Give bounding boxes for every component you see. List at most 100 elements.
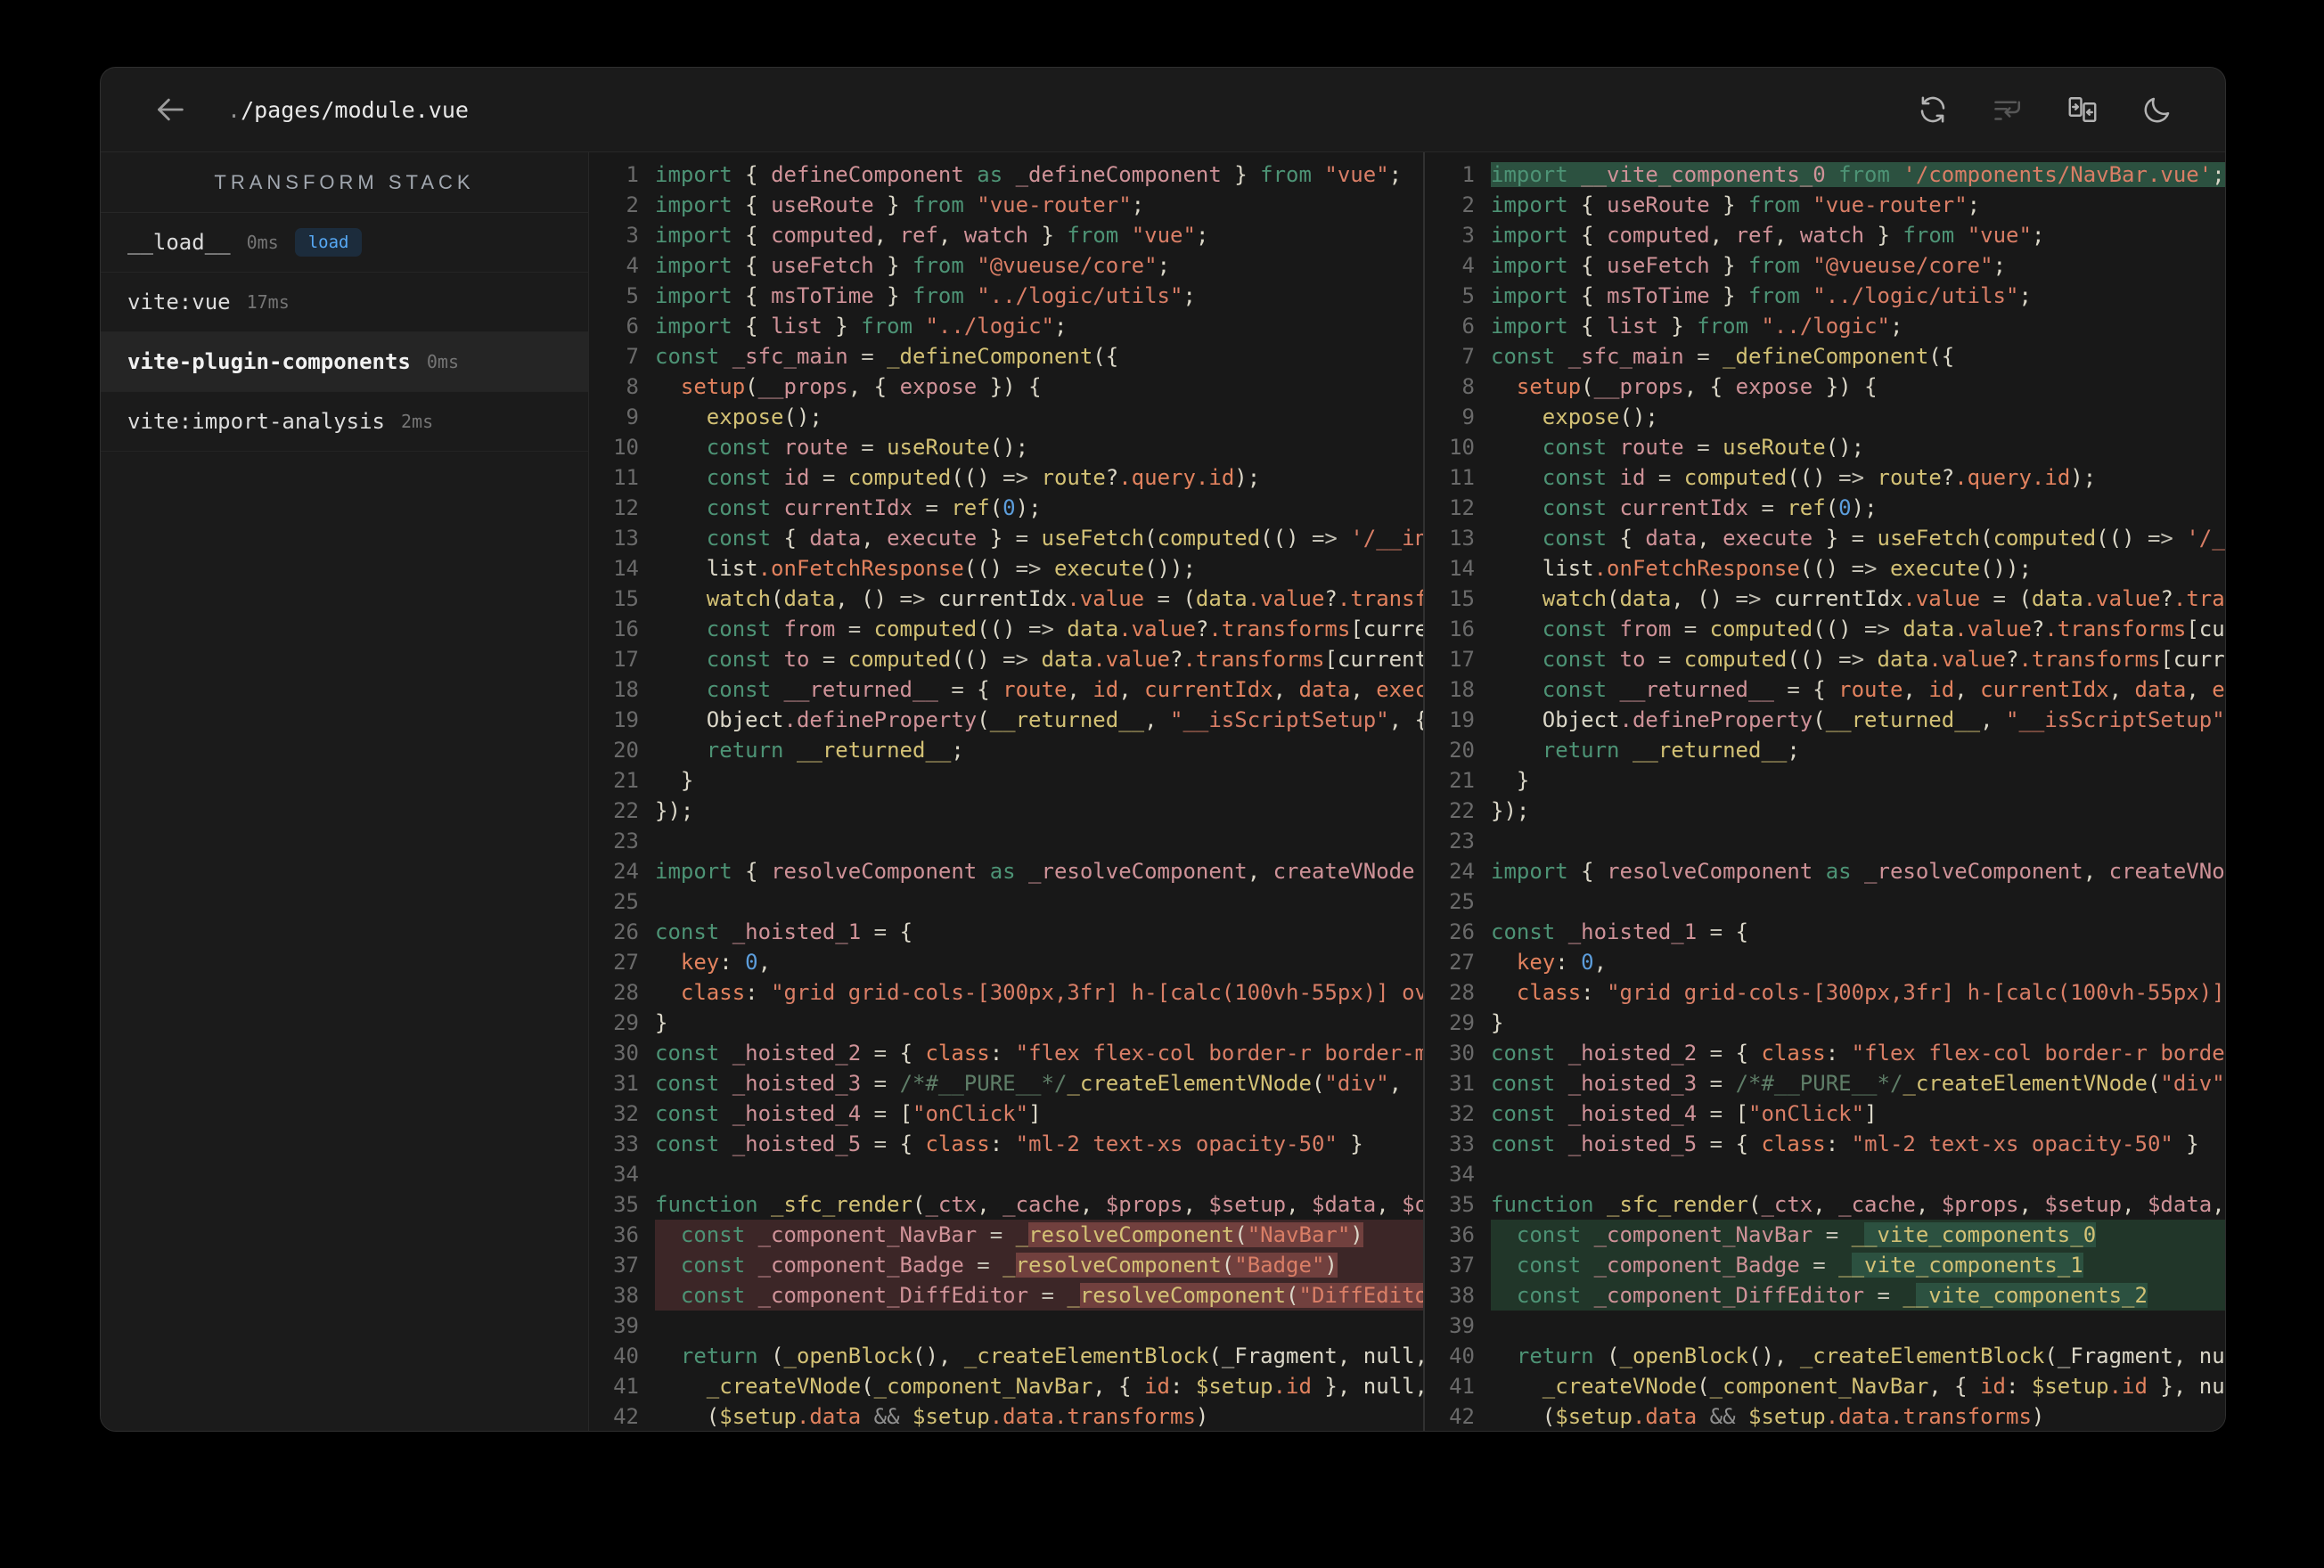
code-text: import { useFetch } from "@vueuse/core"; bbox=[655, 253, 1171, 278]
line-number: 38 bbox=[1449, 1283, 1475, 1308]
line-number: 20 bbox=[1449, 738, 1475, 763]
code-line: 10 const route = useRoute(); bbox=[1425, 432, 2225, 462]
plugin-time: 17ms bbox=[246, 291, 290, 313]
code-line: 22}); bbox=[1425, 796, 2225, 826]
line-number: 6 bbox=[626, 314, 639, 339]
code-text: const from = computed(() => data.value?.… bbox=[706, 617, 1423, 641]
side-by-side-diff-icon bbox=[2068, 97, 2097, 122]
code-text: return (_openBlock(), _createElementBloc… bbox=[680, 1343, 1423, 1368]
line-number: 42 bbox=[613, 1404, 639, 1429]
code-line: 33 const _hoisted_5 = { class: "ml-2 text… bbox=[1425, 1129, 2225, 1159]
code-line: 23 bbox=[589, 826, 1423, 856]
transform-stack-item[interactable]: vite:import-analysis 2ms bbox=[101, 392, 588, 452]
code-line: 12 const currentIdx = ref(0); bbox=[589, 493, 1423, 523]
line-number: 24 bbox=[613, 859, 639, 884]
code-line: 6 import { list } from "../logic"; bbox=[1425, 311, 2225, 341]
line-number: 3 bbox=[1461, 223, 1475, 248]
line-number: 37 bbox=[1449, 1253, 1475, 1278]
code-text: Object.defineProperty(__returned__, "__i… bbox=[1542, 707, 2225, 732]
code-line: 15 watch(data, () => currentIdx.value = … bbox=[1425, 584, 2225, 614]
back-button[interactable] bbox=[152, 92, 188, 127]
code-text: const _component_Badge = _resolveCompone… bbox=[655, 1250, 1423, 1280]
code-line: 19 Object.defineProperty(__returned__, "… bbox=[1425, 705, 2225, 735]
line-number: 20 bbox=[613, 738, 639, 763]
dark-mode-button[interactable] bbox=[2141, 94, 2173, 126]
code-line: 3 import { computed, ref, watch } from "v… bbox=[589, 220, 1423, 250]
code-text: const _hoisted_4 = ["onClick"] bbox=[1491, 1101, 1878, 1126]
code-line: 17 const to = computed(() => data.value?… bbox=[1425, 644, 2225, 674]
line-number: 32 bbox=[613, 1101, 639, 1126]
transform-stack-item[interactable]: vite-plugin-components 0ms bbox=[101, 332, 588, 392]
code-text: import { resolveComponent as _resolveCom… bbox=[655, 859, 1415, 884]
code-text: import { computed, ref, watch } from "vu… bbox=[655, 223, 1209, 248]
code-line: 18 const __returned__ = { route, id, cur… bbox=[589, 674, 1423, 705]
line-number: 41 bbox=[1449, 1374, 1475, 1399]
transform-stack-item[interactable]: vite:vue 17ms bbox=[101, 273, 588, 332]
line-number: 16 bbox=[1449, 617, 1475, 641]
code-text: const _hoisted_2 = { class: "flex flex-c… bbox=[1491, 1041, 2225, 1066]
code-line: 37 const _component_Badge = __vite_compo… bbox=[1425, 1250, 2225, 1280]
code-text: import { useRoute } from "vue-router"; bbox=[655, 192, 1145, 217]
load-badge: load bbox=[294, 228, 363, 257]
diff-pane-after[interactable]: 1 import __vite_components_0 from '/compo… bbox=[1425, 152, 2225, 1431]
line-number: 19 bbox=[1449, 707, 1475, 732]
code-line: 36 const _component_NavBar = _resolveCom… bbox=[589, 1220, 1423, 1250]
code-text: key: 0, bbox=[1516, 950, 1608, 975]
code-text: setup(__props, { expose }) { bbox=[1516, 374, 1878, 399]
code-text: list.onFetchResponse(() => execute()); bbox=[706, 556, 1196, 581]
line-number: 13 bbox=[1449, 526, 1475, 551]
code-line: 8 setup(__props, { expose }) { bbox=[1425, 372, 2225, 402]
code-line: 17 const to = computed(() => data.value?… bbox=[589, 644, 1423, 674]
code-line: 13 const { data, execute } = useFetch(co… bbox=[589, 523, 1423, 553]
line-number: 29 bbox=[1449, 1010, 1475, 1035]
line-number: 4 bbox=[1461, 253, 1475, 278]
code-text: const _hoisted_1 = { bbox=[655, 919, 913, 944]
code-line: 35 function _sfc_render(_ctx, _cache, $pr… bbox=[1425, 1189, 2225, 1220]
code-line: 41 _createVNode(_component_NavBar, { id:… bbox=[1425, 1371, 2225, 1401]
refresh-button[interactable] bbox=[1917, 94, 1949, 126]
code-line: 42 ($setup.data && $setup.data.transform… bbox=[1425, 1401, 2225, 1431]
code-line: 29} bbox=[1425, 1008, 2225, 1038]
line-number: 5 bbox=[1461, 283, 1475, 308]
line-number: 11 bbox=[613, 465, 639, 490]
line-number: 33 bbox=[1449, 1131, 1475, 1156]
line-number: 18 bbox=[613, 677, 639, 702]
line-number: 31 bbox=[1449, 1071, 1475, 1096]
code-line: 20 return __returned__; bbox=[1425, 735, 2225, 765]
code-line: 20 return __returned__; bbox=[589, 735, 1423, 765]
code-line: 40 return (_openBlock(), _createElementB… bbox=[589, 1341, 1423, 1371]
code-text: _createVNode(_component_NavBar, { id: $s… bbox=[1542, 1374, 2225, 1399]
code-text: ($setup.data && $setup.data.transforms) bbox=[655, 1404, 1209, 1429]
inline-diff-icon bbox=[1994, 101, 2021, 120]
code-text: _createVNode(_component_NavBar, { id: $s… bbox=[706, 1374, 1423, 1399]
code-line: 4 import { useFetch } from "@vueuse/core"… bbox=[1425, 250, 2225, 281]
transform-stack-item[interactable]: __load__ 0ms load bbox=[101, 213, 588, 273]
code-text: const route = useRoute(); bbox=[706, 435, 1029, 460]
code-line: 22}); bbox=[589, 796, 1423, 826]
line-number: 14 bbox=[613, 556, 639, 581]
code-text: setup(__props, { expose }) { bbox=[680, 374, 1042, 399]
line-number: 23 bbox=[613, 829, 639, 853]
line-number: 9 bbox=[626, 404, 639, 429]
plugin-name: vite:import-analysis bbox=[127, 409, 385, 434]
line-number: 31 bbox=[613, 1071, 639, 1096]
line-number: 36 bbox=[1449, 1222, 1475, 1247]
code-text: const _sfc_main = _defineComponent({ bbox=[655, 344, 1119, 369]
inline-diff-button[interactable] bbox=[1992, 94, 2024, 126]
code-line: 11 const id = computed(() => route?.quer… bbox=[589, 462, 1423, 493]
code-line: 14 list.onFetchResponse(() => execute())… bbox=[589, 553, 1423, 584]
line-number: 40 bbox=[1449, 1343, 1475, 1368]
code-line: 9 expose(); bbox=[589, 402, 1423, 432]
code-line: 1 import __vite_components_0 from '/compo… bbox=[1425, 159, 2225, 190]
line-number: 2 bbox=[1461, 192, 1475, 217]
code-line: 21 } bbox=[1425, 765, 2225, 796]
side-by-side-button[interactable] bbox=[2066, 94, 2099, 126]
plugin-time: 0ms bbox=[426, 351, 460, 372]
line-number: 9 bbox=[1461, 404, 1475, 429]
diff-pane-before[interactable]: 1 import { defineComponent as _defineComp… bbox=[589, 152, 1425, 1431]
line-number: 28 bbox=[613, 980, 639, 1005]
code-text: const _component_NavBar = _resolveCompon… bbox=[655, 1220, 1423, 1250]
